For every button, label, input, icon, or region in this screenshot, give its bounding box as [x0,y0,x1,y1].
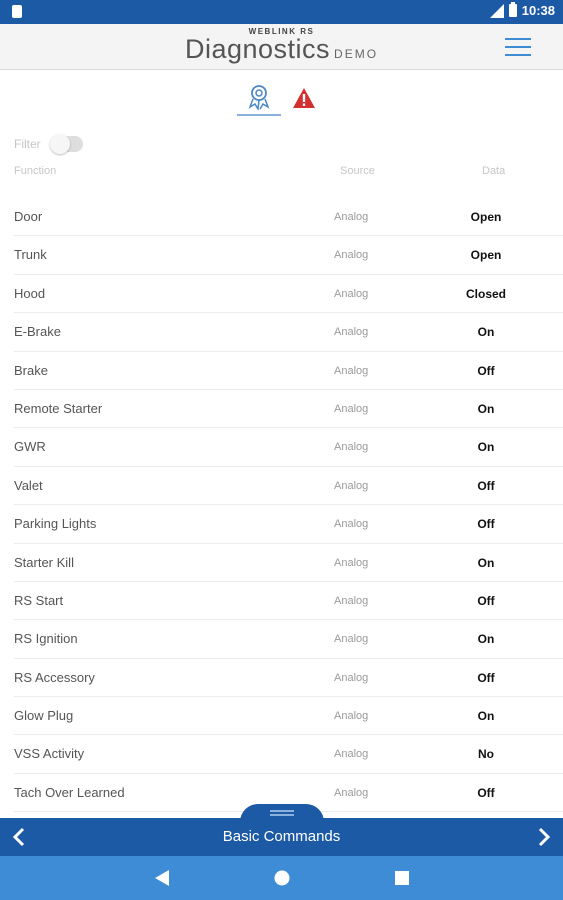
tab-diagnostics[interactable] [237,80,281,116]
battery-icon [508,2,517,17]
signal-icon [489,3,504,18]
table-row: Parking Lights Analog Off [14,505,563,544]
row-source: Analog [334,748,369,761]
table-row: RS Ignition Analog On [14,620,563,659]
row-data: No [478,747,494,762]
row-function: Brake [14,362,48,378]
home-icon[interactable] [272,868,292,888]
row-function: Tach Over Learned [14,784,125,800]
row-function: RS Start [14,592,64,608]
sim-icon [12,5,22,18]
row-source: Analog [334,556,369,569]
row-data: On [477,325,495,340]
row-function: RS Accessory [14,669,95,685]
row-function: Remote Starter [14,400,103,416]
chevron-right-icon[interactable] [533,826,555,848]
table-row: Valet Analog Off [14,467,563,506]
row-source: Analog [334,402,369,415]
diagnostics-table: Door Analog Open Trunk Analog Open Hood … [14,198,563,813]
row-function: Trunk [14,247,47,263]
table-row: Hood Analog Closed [14,275,563,314]
back-icon[interactable] [152,868,172,888]
status-bar: 10:38 [0,0,563,24]
command-bar-label[interactable]: Basic Commands [0,818,563,856]
row-function: VSS Activity [14,746,85,762]
row-data: On [477,709,495,724]
column-header-source: Source [340,165,375,177]
row-source: Analog [334,479,369,492]
table-row: Glow Plug Analog On [14,697,563,736]
row-source: Analog [334,211,369,223]
row-data: Open [470,248,502,263]
toggle-knob[interactable] [49,134,70,154]
table-row: Door Analog Open [14,198,563,237]
table-row: VSS Activity Analog No [14,735,563,774]
row-source: Analog [334,710,369,723]
row-data: On [477,401,495,416]
row-data: Off [477,478,495,493]
status-time: 10:38 [521,3,555,18]
title-wrap: Diagnostics DEMO [0,34,563,65]
table-row: Brake Analog Off [14,352,563,390]
column-header-function: Function [14,165,57,177]
row-data: Open [470,210,502,224]
row-function: Glow Plug [14,708,74,724]
table-row: E-Brake Analog On [14,313,563,352]
filter-control: Filter [14,134,83,154]
row-data: Off [477,593,495,608]
table-row: Trunk Analog Open [14,236,563,275]
table-row: RS Accessory Analog Off [14,659,563,698]
command-bar: Basic Commands [0,818,563,856]
row-source: Analog [334,594,369,607]
recent-apps-icon[interactable] [392,868,412,888]
row-data: Off [477,785,495,800]
row-data: On [477,632,495,647]
table-row: Starter Kill Analog On [14,544,563,582]
table-row: GWR Analog On [14,428,563,467]
row-source: Analog [334,671,369,684]
page-title: Diagnostics [184,34,331,64]
row-function: Valet [14,477,43,493]
row-data: Off [477,517,495,532]
row-function: Hood [14,285,46,301]
row-function: Parking Lights [14,516,97,532]
row-function: E-Brake [14,324,61,340]
row-data: Closed [465,286,506,301]
filter-label: Filter [14,137,41,151]
row-data: On [477,555,495,570]
row-data: Off [477,670,495,685]
row-source: Analog [334,786,369,799]
row-source: Analog [334,441,369,454]
row-source: Analog [334,287,369,300]
row-data: On [477,440,495,455]
row-source: Analog [334,633,369,646]
demo-badge: DEMO [334,47,379,61]
system-nav-bar [0,856,563,900]
warning-icon [293,88,315,108]
row-source: Analog [334,249,369,262]
hamburger-icon[interactable] [505,38,531,56]
row-source: Analog [334,518,369,531]
table-row: RS Start Analog Off [14,582,563,621]
column-header-data: Data [482,165,506,177]
row-source: Analog [334,326,369,339]
row-data: Off [477,363,495,378]
row-function: Starter Kill [14,554,74,570]
diagnostics-icon [248,85,270,110]
row-source: Analog [334,364,369,377]
tab-alerts[interactable] [282,80,326,116]
table-row: Remote Starter Analog On [14,390,563,429]
app-bar: WEBLINK RS Diagnostics DEMO [0,24,563,70]
view-tabs [0,80,563,118]
filter-toggle[interactable] [49,134,83,154]
row-function: RS Ignition [14,631,78,647]
row-function: GWR [14,439,46,455]
status-right: 10:38 [489,2,555,18]
row-function: Door [14,209,43,224]
